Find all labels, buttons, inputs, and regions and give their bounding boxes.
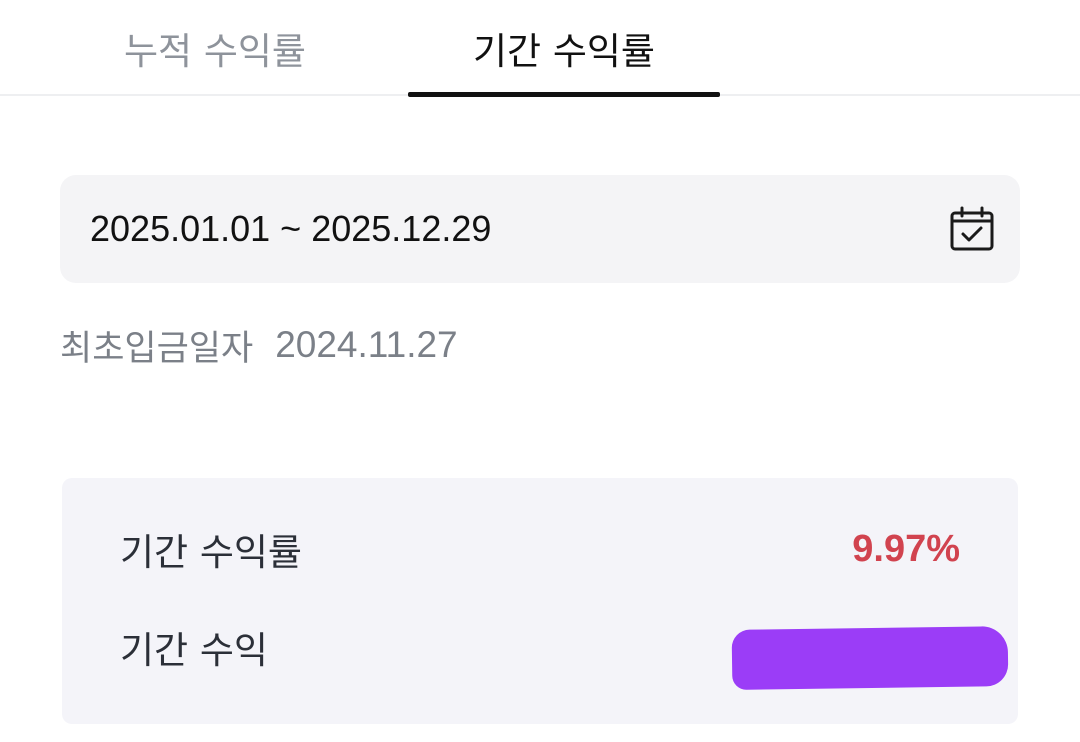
period-summary-card: 기간 수익률 9.97% 기간 수익	[62, 478, 1018, 724]
date-range-selector[interactable]: 2025.01.01 ~ 2025.12.29	[60, 175, 1020, 283]
period-profit-label: 기간 수익	[120, 629, 268, 672]
first-deposit-label: 최초입금일자	[60, 328, 254, 369]
tab-bar: 누적 수익률 기간 수익률	[0, 0, 1080, 97]
tab-period-return-label: 기간 수익률	[473, 30, 655, 73]
date-range-text: 2025.01.01 ~ 2025.12.29	[90, 208, 492, 249]
active-tab-indicator	[408, 92, 720, 97]
tab-period-return[interactable]: 기간 수익률	[408, 0, 720, 96]
calendar-check-icon[interactable]	[948, 205, 996, 253]
period-return-row: 기간 수익률 9.97%	[62, 514, 1018, 584]
first-deposit-info: 최초입금일자 2024.11.27	[60, 320, 458, 370]
redacted-profit-value	[731, 626, 1009, 690]
period-return-label: 기간 수익률	[120, 531, 302, 574]
tab-cumulative-return[interactable]: 누적 수익률	[60, 0, 370, 96]
first-deposit-date: 2024.11.27	[275, 324, 458, 365]
tab-cumulative-return-label: 누적 수익률	[124, 30, 306, 73]
period-return-value: 9.97%	[852, 527, 960, 570]
